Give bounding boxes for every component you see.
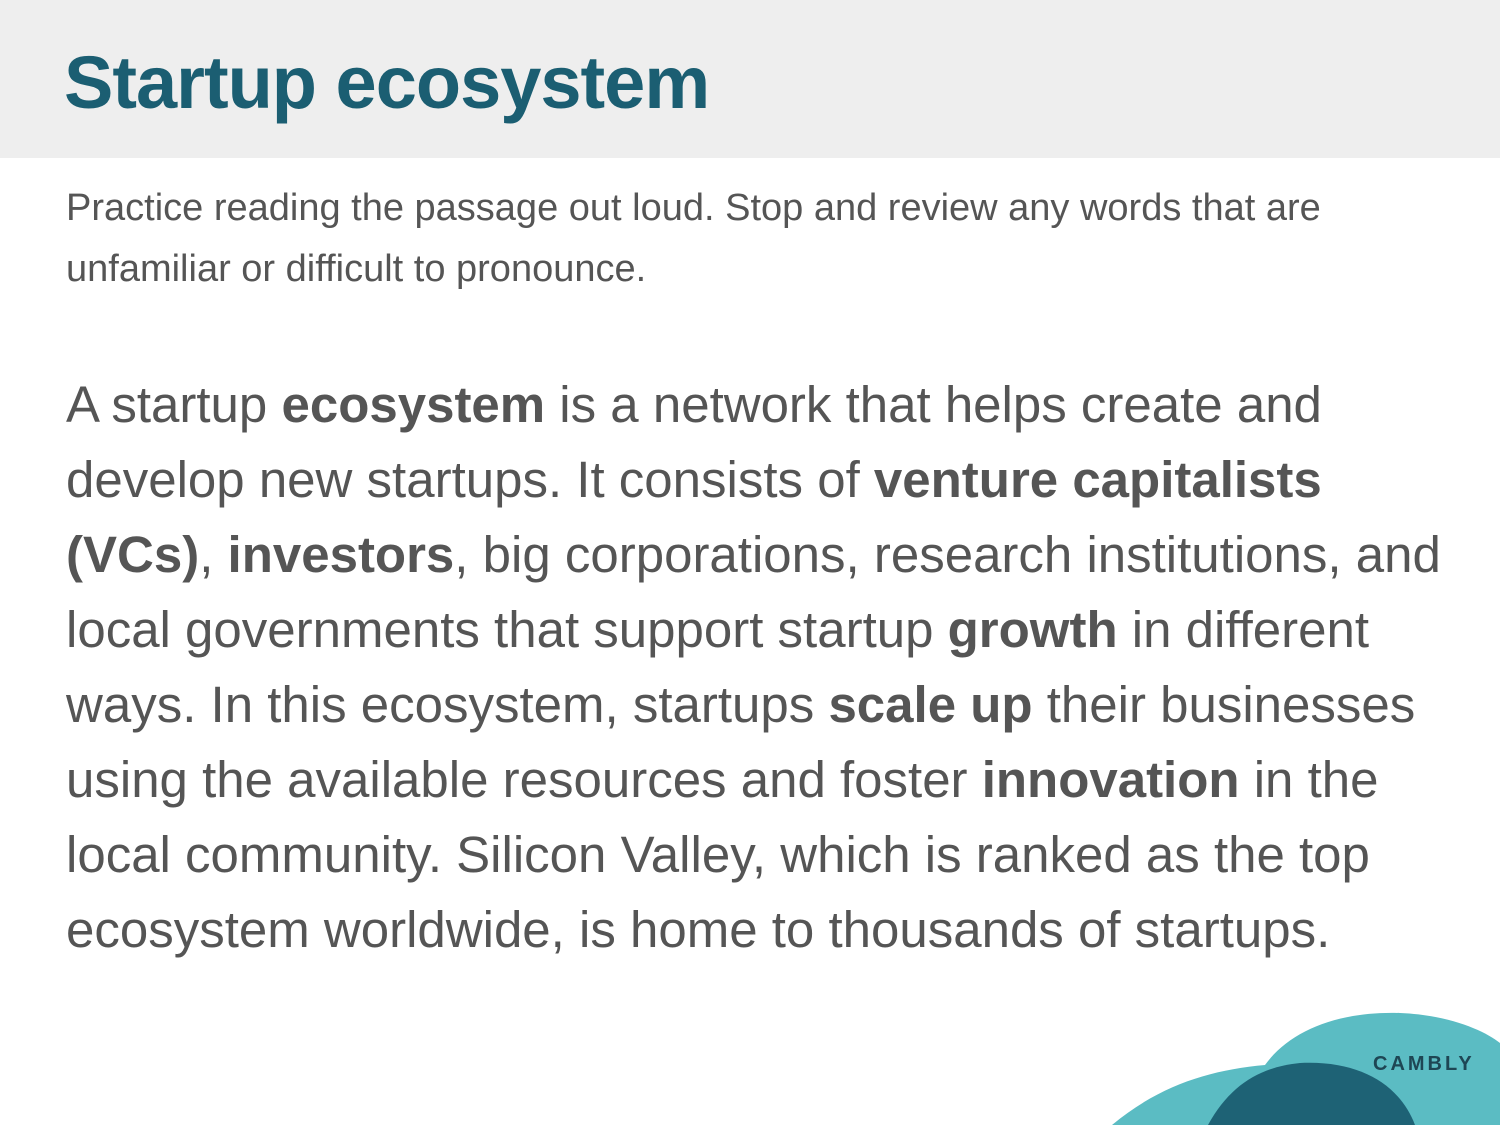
title-bar: Startup ecosystem	[0, 0, 1500, 158]
passage-keyword: innovation	[981, 751, 1240, 808]
slide-title: Startup ecosystem	[64, 41, 710, 124]
passage-text: A startup	[66, 376, 282, 433]
passage-keyword: investors	[227, 526, 455, 583]
passage-keyword: growth	[947, 601, 1118, 658]
passage-keyword: scale up	[828, 676, 1033, 733]
instructions-text: Practice reading the passage out loud. S…	[66, 187, 1321, 290]
reading-passage: A startup ecosystem is a network that he…	[66, 367, 1466, 967]
brand-logo-text: CAMBLY	[1373, 1053, 1475, 1075]
passage-keyword: ecosystem	[281, 376, 546, 433]
passage-text: ,	[199, 526, 228, 583]
